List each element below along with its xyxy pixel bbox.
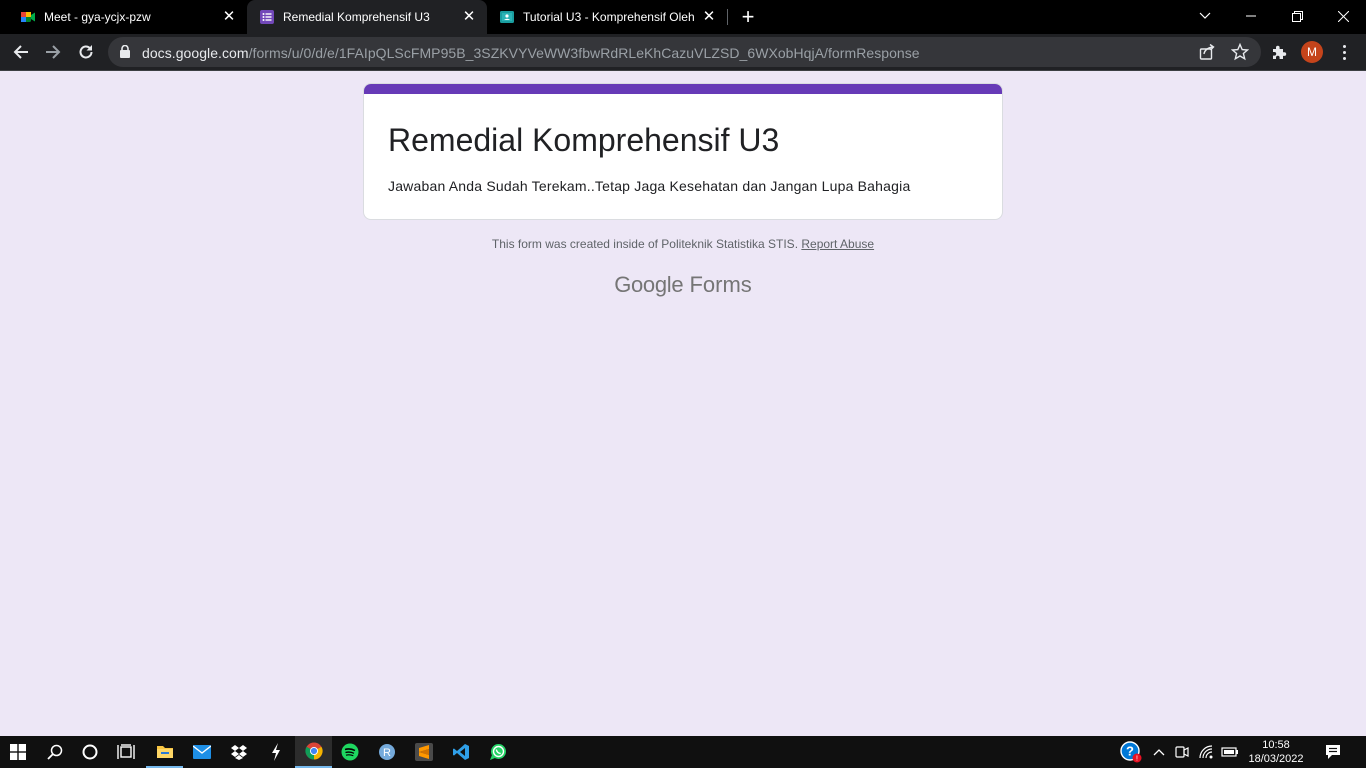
arrow-left-icon bbox=[13, 45, 28, 59]
taskbar-mail[interactable] bbox=[183, 736, 220, 768]
logo-google-text: Google bbox=[614, 272, 684, 297]
tab-search-button[interactable] bbox=[1182, 0, 1228, 32]
meet-now-button[interactable] bbox=[1172, 736, 1192, 768]
battery-button[interactable] bbox=[1219, 736, 1241, 768]
app-icon bbox=[271, 743, 280, 761]
svg-text:!: ! bbox=[1136, 756, 1138, 763]
battery-icon bbox=[1221, 747, 1238, 757]
notification-icon bbox=[1326, 745, 1340, 759]
more-menu-icon[interactable] bbox=[1333, 41, 1355, 63]
back-button[interactable] bbox=[6, 37, 36, 67]
clock-date: 18/03/2022 bbox=[1248, 753, 1304, 765]
new-tab-button[interactable]: + bbox=[738, 6, 758, 28]
arrow-right-icon bbox=[46, 45, 61, 59]
footer-text: This form was created inside of Politekn… bbox=[491, 237, 802, 251]
camera-icon bbox=[1175, 746, 1189, 758]
mail-icon bbox=[192, 745, 211, 759]
tab-divider bbox=[727, 9, 728, 25]
taskbar-chrome[interactable] bbox=[295, 736, 332, 768]
minimize-icon bbox=[1246, 15, 1256, 17]
chrome-icon bbox=[304, 742, 323, 760]
help-tray-button[interactable]: ?! bbox=[1118, 736, 1144, 768]
form-title: Remedial Komprehensif U3 bbox=[388, 122, 780, 158]
search-icon bbox=[46, 744, 62, 760]
tab-title: Meet - gya-ycjx-pzw bbox=[44, 10, 151, 24]
svg-text:R: R bbox=[383, 747, 391, 759]
task-view-icon bbox=[116, 744, 135, 759]
sublime-text-icon bbox=[414, 743, 433, 761]
lock-icon bbox=[120, 45, 130, 58]
forward-button[interactable] bbox=[38, 37, 68, 67]
form-confirmation-message: Jawaban Anda Sudah Terekam..Tetap Jaga K… bbox=[388, 178, 911, 194]
taskbar-search-button[interactable] bbox=[36, 736, 73, 768]
taskbar-whatsapp[interactable] bbox=[479, 736, 516, 768]
help-icon: ?! bbox=[1120, 741, 1142, 763]
taskbar-sublime[interactable] bbox=[405, 736, 442, 768]
chevron-up-icon bbox=[1153, 749, 1165, 756]
google-meet-icon bbox=[21, 12, 35, 22]
close-tab-icon[interactable]: ✕ bbox=[701, 9, 717, 25]
tab-strip: Meet - gya-ycjx-pzw ✕ Remedial Komprehen… bbox=[0, 0, 1366, 34]
file-explorer-icon bbox=[156, 746, 173, 758]
address-bar[interactable]: docs.google.com/forms/u/0/d/e/1FAIpQLScF… bbox=[108, 37, 1261, 67]
close-icon bbox=[1337, 10, 1349, 22]
reload-button[interactable] bbox=[71, 37, 101, 67]
vscode-icon bbox=[452, 744, 469, 760]
minimize-button[interactable] bbox=[1228, 0, 1274, 32]
show-hidden-icons-button[interactable] bbox=[1149, 736, 1169, 768]
notification-center-button[interactable] bbox=[1320, 736, 1346, 768]
cortana-icon bbox=[82, 744, 97, 760]
form-accent-bar bbox=[364, 84, 1002, 94]
wifi-icon bbox=[1199, 745, 1213, 759]
tab-remedial[interactable]: Remedial Komprehensif U3 ✕ bbox=[247, 0, 487, 34]
taskbar-file-explorer[interactable] bbox=[146, 736, 183, 768]
tab-title: Tutorial U3 - Komprehensif Oleh bbox=[523, 10, 695, 24]
taskbar-r[interactable]: R bbox=[368, 736, 405, 768]
chevron-down-icon bbox=[1199, 12, 1211, 19]
close-tab-icon[interactable]: ✕ bbox=[221, 9, 237, 25]
profile-avatar[interactable]: M bbox=[1301, 41, 1323, 63]
whatsapp-icon bbox=[489, 744, 506, 760]
google-forms-logo[interactable]: Google Forms bbox=[0, 272, 1366, 298]
close-tab-icon[interactable]: ✕ bbox=[461, 9, 477, 25]
windows-taskbar: R ?! 10:58 18/03/2022 bbox=[0, 736, 1366, 768]
form-footer-note: This form was created inside of Politekn… bbox=[0, 237, 1366, 251]
browser-toolbar: docs.google.com/forms/u/0/d/e/1FAIpQLScF… bbox=[0, 34, 1366, 71]
clock-time: 10:58 bbox=[1262, 739, 1290, 751]
network-button[interactable] bbox=[1196, 736, 1216, 768]
tab-tutorial[interactable]: Tutorial U3 - Komprehensif Oleh ✕ bbox=[487, 0, 727, 34]
puzzle-icon bbox=[1273, 45, 1287, 59]
cortana-button[interactable] bbox=[71, 736, 108, 768]
logo-forms-text: Forms bbox=[683, 272, 752, 297]
restore-button[interactable] bbox=[1274, 0, 1320, 32]
google-classroom-icon bbox=[500, 11, 514, 23]
tab-meet[interactable]: Meet - gya-ycjx-pzw ✕ bbox=[0, 0, 247, 34]
svg-text:?: ? bbox=[1126, 744, 1134, 759]
spotify-icon bbox=[341, 743, 358, 761]
task-view-button[interactable] bbox=[107, 736, 144, 768]
google-forms-icon bbox=[260, 10, 274, 24]
taskbar-dropbox[interactable] bbox=[220, 736, 257, 768]
start-button[interactable] bbox=[0, 736, 36, 768]
taskbar-spotify[interactable] bbox=[331, 736, 368, 768]
extensions-button[interactable] bbox=[1268, 41, 1290, 63]
restore-icon bbox=[1291, 10, 1303, 22]
taskbar-app[interactable] bbox=[257, 736, 294, 768]
dropbox-icon bbox=[230, 745, 247, 760]
bookmark-star-icon[interactable] bbox=[1231, 43, 1249, 61]
url-text: docs.google.com/forms/u/0/d/e/1FAIpQLScF… bbox=[142, 45, 920, 61]
taskbar-vscode[interactable] bbox=[442, 736, 479, 768]
report-abuse-link[interactable]: Report Abuse bbox=[801, 237, 874, 251]
tab-title: Remedial Komprehensif U3 bbox=[283, 10, 430, 24]
form-header-card: Remedial Komprehensif U3 Jawaban Anda Su… bbox=[363, 83, 1003, 220]
windows-start-icon bbox=[10, 744, 26, 760]
close-window-button[interactable] bbox=[1320, 0, 1366, 32]
reload-icon bbox=[79, 45, 93, 59]
share-icon[interactable] bbox=[1198, 43, 1216, 61]
r-icon: R bbox=[378, 744, 395, 760]
taskbar-clock[interactable]: 10:58 18/03/2022 bbox=[1240, 738, 1312, 766]
